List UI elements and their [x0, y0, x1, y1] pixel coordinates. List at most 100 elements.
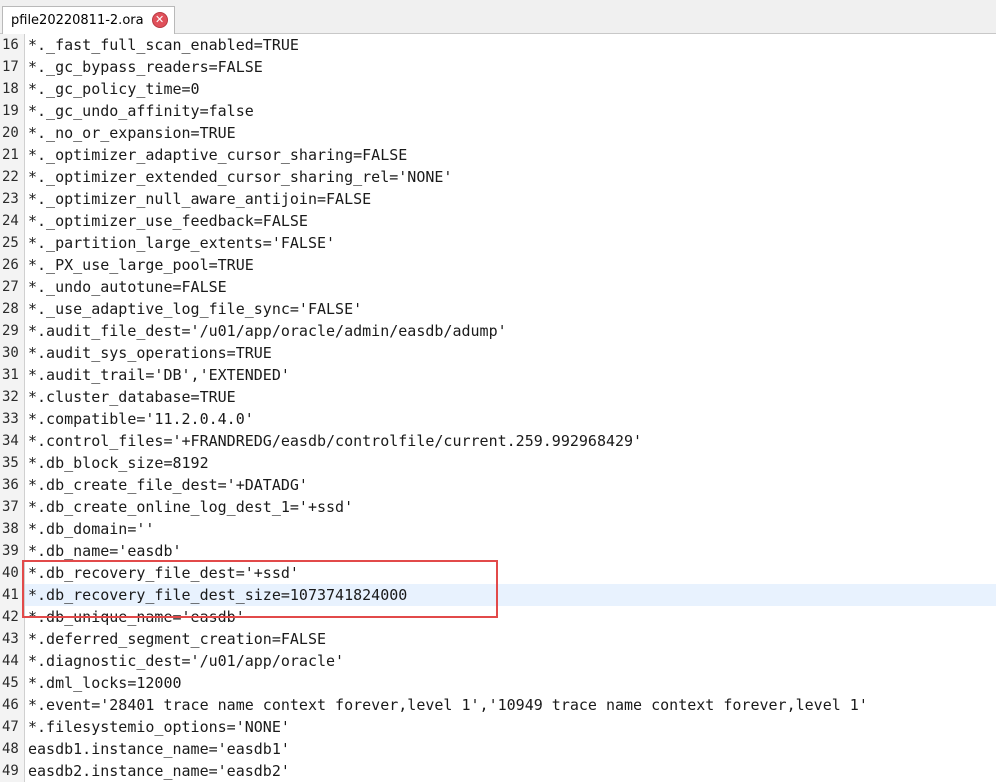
code-line[interactable]: 18 *._gc_policy_time=0	[0, 78, 996, 100]
line-text[interactable]: *._optimizer_extended_cursor_sharing_rel…	[28, 166, 452, 188]
code-line[interactable]: 33 *.compatible='11.2.0.4.0'	[0, 408, 996, 430]
line-text[interactable]: easdb1.instance_name='easdb1'	[28, 738, 290, 760]
line-text[interactable]: *.compatible='11.2.0.4.0'	[28, 408, 254, 430]
code-line[interactable]: 19 *._gc_undo_affinity=false	[0, 100, 996, 122]
code-line[interactable]: 37 *.db_create_online_log_dest_1='+ssd'	[0, 496, 996, 518]
code-line[interactable]: 47 *.filesystemio_options='NONE'	[0, 716, 996, 738]
code-line[interactable]: 45 *.dml_locks=12000	[0, 672, 996, 694]
line-number: 31	[0, 364, 25, 386]
line-number: 43	[0, 628, 25, 650]
code-line[interactable]: 26 *._PX_use_large_pool=TRUE	[0, 254, 996, 276]
line-text[interactable]: *.event='28401 trace name context foreve…	[28, 694, 868, 716]
line-number: 32	[0, 386, 25, 408]
line-text[interactable]: *.db_block_size=8192	[28, 452, 209, 474]
line-text[interactable]: *._fast_full_scan_enabled=TRUE	[28, 34, 299, 56]
line-number: 33	[0, 408, 25, 430]
code-line[interactable]: 20 *._no_or_expansion=TRUE	[0, 122, 996, 144]
line-number: 41	[0, 584, 25, 606]
line-text[interactable]: *._undo_autotune=FALSE	[28, 276, 227, 298]
line-number: 35	[0, 452, 25, 474]
line-text[interactable]: *.control_files='+FRANDREDG/easdb/contro…	[28, 430, 642, 452]
line-number: 48	[0, 738, 25, 760]
code-line[interactable]: 38 *.db_domain=''	[0, 518, 996, 540]
line-number: 18	[0, 78, 25, 100]
line-text[interactable]: *._partition_large_extents='FALSE'	[28, 232, 335, 254]
code-line[interactable]: 41 *.db_recovery_file_dest_size=107374182…	[0, 584, 996, 606]
line-number: 37	[0, 496, 25, 518]
code-line[interactable]: 21 *._optimizer_adaptive_cursor_sharing=F…	[0, 144, 996, 166]
line-text[interactable]: *.db_domain=''	[28, 518, 154, 540]
line-text[interactable]: *._PX_use_large_pool=TRUE	[28, 254, 254, 276]
code-line[interactable]: 17 *._gc_bypass_readers=FALSE	[0, 56, 996, 78]
code-line[interactable]: 40 *.db_recovery_file_dest='+ssd'	[0, 562, 996, 584]
code-line[interactable]: 23 *._optimizer_null_aware_antijoin=FALSE	[0, 188, 996, 210]
code-line[interactable]: 34 *.control_files='+FRANDREDG/easdb/cont…	[0, 430, 996, 452]
line-number: 20	[0, 122, 25, 144]
line-number: 19	[0, 100, 25, 122]
line-text[interactable]: *.dml_locks=12000	[28, 672, 182, 694]
line-text[interactable]: *._optimizer_null_aware_antijoin=FALSE	[28, 188, 371, 210]
line-number: 27	[0, 276, 25, 298]
line-text[interactable]: *._gc_policy_time=0	[28, 78, 200, 100]
code-line[interactable]: 24 *._optimizer_use_feedback=FALSE	[0, 210, 996, 232]
line-number: 47	[0, 716, 25, 738]
code-line[interactable]: 44 *.diagnostic_dest='/u01/app/oracle'	[0, 650, 996, 672]
code-line[interactable]: 32 *.cluster_database=TRUE	[0, 386, 996, 408]
line-text[interactable]: *.db_name='easdb'	[28, 540, 182, 562]
line-number: 38	[0, 518, 25, 540]
tab-bar: pfile20220811-2.ora ✕	[0, 0, 996, 34]
line-number: 46	[0, 694, 25, 716]
code-line[interactable]: 43 *.deferred_segment_creation=FALSE	[0, 628, 996, 650]
line-number: 40	[0, 562, 25, 584]
line-text[interactable]: *.audit_sys_operations=TRUE	[28, 342, 272, 364]
code-line[interactable]: 22 *._optimizer_extended_cursor_sharing_r…	[0, 166, 996, 188]
code-line[interactable]: 42 *.db_unique_name='easdb'	[0, 606, 996, 628]
code-line[interactable]: 36 *.db_create_file_dest='+DATADG'	[0, 474, 996, 496]
line-text[interactable]: *._gc_bypass_readers=FALSE	[28, 56, 263, 78]
line-text[interactable]: *.cluster_database=TRUE	[28, 386, 236, 408]
code-line[interactable]: 25 *._partition_large_extents='FALSE'	[0, 232, 996, 254]
code-line[interactable]: 27 *._undo_autotune=FALSE	[0, 276, 996, 298]
line-number: 34	[0, 430, 25, 452]
line-number: 16	[0, 34, 25, 56]
code-line[interactable]: 39 *.db_name='easdb'	[0, 540, 996, 562]
line-text[interactable]: *.filesystemio_options='NONE'	[28, 716, 290, 738]
line-text[interactable]: *._use_adaptive_log_file_sync='FALSE'	[28, 298, 362, 320]
line-text[interactable]: *._no_or_expansion=TRUE	[28, 122, 236, 144]
line-text[interactable]: *.db_recovery_file_dest='+ssd'	[28, 562, 299, 584]
code-line[interactable]: 29 *.audit_file_dest='/u01/app/oracle/adm…	[0, 320, 996, 342]
line-text[interactable]: *._optimizer_adaptive_cursor_sharing=FAL…	[28, 144, 407, 166]
line-number: 17	[0, 56, 25, 78]
text-editor[interactable]: 16 *._fast_full_scan_enabled=TRUE 17 *._gc_…	[0, 34, 996, 784]
code-line[interactable]: 46 *.event='28401 trace name context fore…	[0, 694, 996, 716]
line-number: 25	[0, 232, 25, 254]
tab-label: pfile20220811-2.ora	[11, 13, 144, 28]
line-text[interactable]: *.diagnostic_dest='/u01/app/oracle'	[28, 650, 344, 672]
line-text[interactable]: *._optimizer_use_feedback=FALSE	[28, 210, 308, 232]
line-number: 39	[0, 540, 25, 562]
line-text[interactable]: *.db_recovery_file_dest_size=10737418240…	[28, 584, 407, 606]
code-line[interactable]: 28 *._use_adaptive_log_file_sync='FALSE'	[0, 298, 996, 320]
code-line[interactable]: 31 *.audit_trail='DB','EXTENDED'	[0, 364, 996, 386]
code-line[interactable]: 49 easdb2.instance_name='easdb2'	[0, 760, 996, 782]
line-number: 24	[0, 210, 25, 232]
line-text[interactable]: *.db_unique_name='easdb'	[28, 606, 245, 628]
line-text[interactable]: *.db_create_file_dest='+DATADG'	[28, 474, 308, 496]
tab-pfile[interactable]: pfile20220811-2.ora ✕	[2, 6, 175, 34]
line-text[interactable]: *.audit_trail='DB','EXTENDED'	[28, 364, 290, 386]
line-text[interactable]: *.audit_file_dest='/u01/app/oracle/admin…	[28, 320, 507, 342]
code-line[interactable]: 16 *._fast_full_scan_enabled=TRUE	[0, 34, 996, 56]
line-text[interactable]: *.db_create_online_log_dest_1='+ssd'	[28, 496, 353, 518]
code-line[interactable]: 48 easdb1.instance_name='easdb1'	[0, 738, 996, 760]
close-icon[interactable]: ✕	[151, 12, 168, 28]
code-line[interactable]: 35 *.db_block_size=8192	[0, 452, 996, 474]
line-number: 28	[0, 298, 25, 320]
code-line[interactable]: 30 *.audit_sys_operations=TRUE	[0, 342, 996, 364]
line-text[interactable]: easdb2.instance_name='easdb2'	[28, 760, 290, 782]
line-number: 21	[0, 144, 25, 166]
line-text[interactable]: *._gc_undo_affinity=false	[28, 100, 254, 122]
line-number: 42	[0, 606, 25, 628]
line-number: 44	[0, 650, 25, 672]
editor-window: pfile20220811-2.ora ✕ 16 *._fast_full_sca…	[0, 0, 996, 784]
line-text[interactable]: *.deferred_segment_creation=FALSE	[28, 628, 326, 650]
